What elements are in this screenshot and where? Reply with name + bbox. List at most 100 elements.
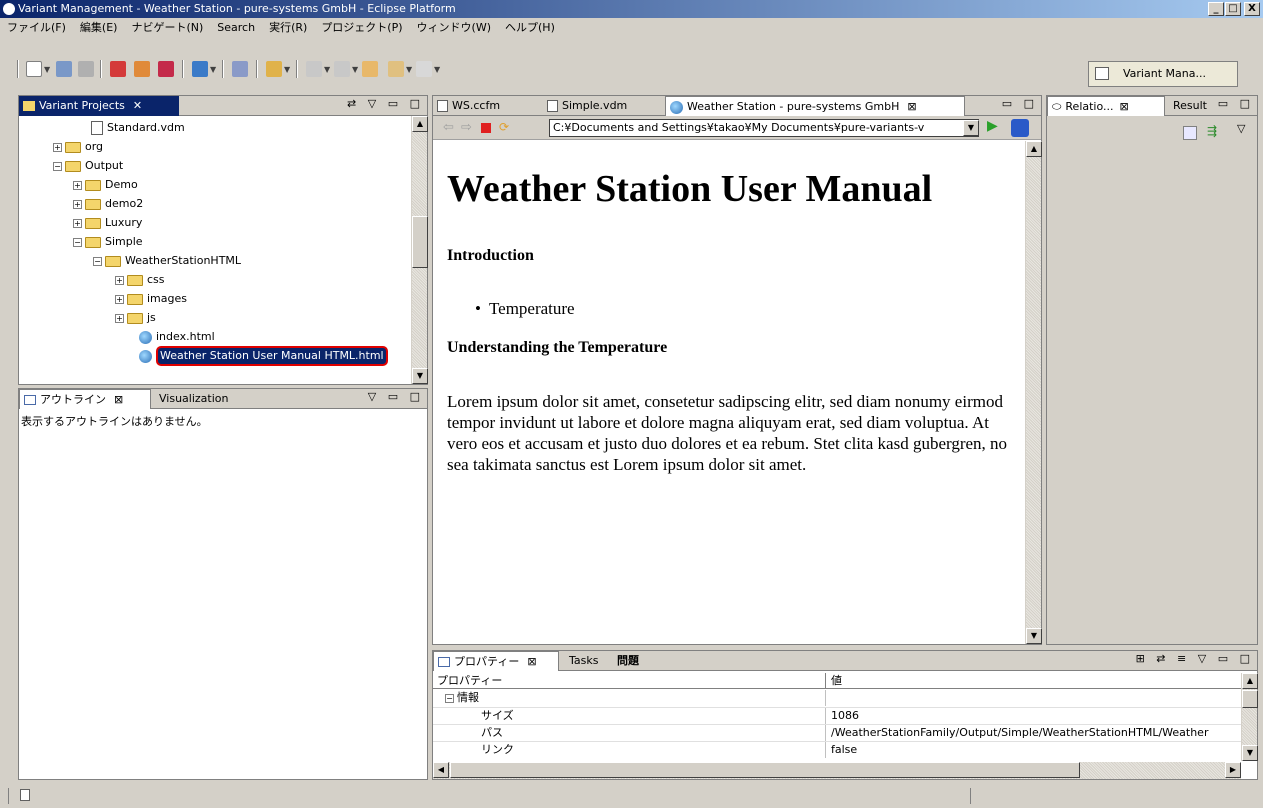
tab-simple-vdm[interactable]: Simple.vdm (543, 96, 661, 116)
view-menu-icon[interactable]: ▽ (1237, 122, 1245, 135)
menu-edit[interactable]: 編集(E) (73, 18, 125, 38)
scroll-down-button[interactable]: ▼ (1242, 745, 1258, 761)
close-button[interactable]: X (1244, 2, 1260, 16)
menu-search[interactable]: Search (210, 18, 262, 38)
fast-view-icon[interactable] (20, 789, 30, 801)
column-header-value[interactable]: 値 (831, 673, 842, 689)
bullet-item[interactable]: • Temperature (475, 299, 575, 319)
scroll-down-button[interactable]: ▼ (412, 368, 428, 384)
tab-visualization[interactable]: Visualization (155, 389, 255, 409)
new-icon[interactable] (26, 61, 42, 77)
tab-result[interactable]: Result (1169, 96, 1213, 116)
open-perspective-icon[interactable] (1095, 67, 1109, 80)
tab-weather-station[interactable]: Weather Station - pure-systems GmbH ⊠ (665, 96, 965, 116)
scroll-down-button[interactable]: ▼ (1026, 628, 1042, 644)
window-title-bar[interactable]: Variant Management - Weather Station - p… (0, 0, 1263, 18)
chevron-down-icon[interactable]: ▼ (406, 65, 412, 74)
menu-help[interactable]: ヘルプ(H) (498, 18, 562, 38)
tab-variant-projects[interactable]: Variant Projects ✕ (19, 96, 179, 116)
next-annotation-icon[interactable] (306, 61, 322, 77)
tree-item[interactable]: − WeatherStationHTML (93, 251, 241, 270)
table-row[interactable]: パス/WeatherStationFamily/Output/Simple/We… (433, 724, 1241, 741)
menu-navigate[interactable]: ナビゲート(N) (124, 18, 210, 38)
horizontal-scroll-thumb[interactable] (450, 762, 1080, 778)
tab-outline[interactable]: アウトライン ⊠ (19, 389, 151, 409)
save-icon[interactable] (56, 61, 72, 77)
url-dropdown-icon[interactable]: ▼ (963, 120, 979, 136)
table-row[interactable]: リンク false (433, 741, 1241, 758)
tree-item[interactable]: + images (115, 289, 187, 308)
tree-item[interactable]: + demo2 (73, 194, 143, 213)
view-controls[interactable]: ⇄ ▽ ▭ □ (347, 97, 424, 110)
scroll-up-button[interactable]: ▲ (1242, 673, 1258, 689)
tree-item-selected[interactable]: Weather Station User Manual HTML.html (139, 346, 388, 366)
tree-item[interactable]: Standard.vdm (91, 118, 185, 137)
scroll-left-button[interactable]: ◀ (433, 762, 449, 778)
vertical-scrollbar[interactable]: ▲ ▼ (411, 116, 428, 384)
forward-arrow-icon[interactable]: ⇨ (461, 120, 472, 135)
tree-mode-icon[interactable] (1183, 126, 1197, 140)
table-row[interactable]: サイズ 1086 (433, 707, 1241, 724)
menu-run[interactable]: 実行(R) (262, 18, 314, 38)
view-controls[interactable]: ▭ □ (1002, 97, 1038, 110)
chevron-down-icon[interactable]: ▼ (284, 65, 290, 74)
scroll-up-button[interactable]: ▲ (412, 116, 428, 132)
variant-model-icon[interactable] (110, 61, 126, 77)
open-type-icon[interactable] (266, 61, 282, 77)
external-browser-icon[interactable] (1011, 119, 1029, 137)
graph-mode-icon[interactable]: ⇶ (1207, 124, 1217, 138)
refresh-icon[interactable]: ⟳ (499, 120, 509, 134)
view-controls[interactable]: ▽ ▭ □ (368, 390, 424, 403)
chevron-down-icon[interactable]: ▼ (434, 65, 440, 74)
close-icon[interactable]: ⊠ (907, 100, 916, 113)
scroll-thumb[interactable] (1242, 690, 1258, 708)
tree-item[interactable]: + js (115, 308, 156, 327)
last-edit-icon[interactable] (362, 61, 378, 77)
pin-icon[interactable] (232, 61, 248, 77)
menu-file[interactable]: ファイル(F) (0, 18, 73, 38)
chevron-down-icon[interactable]: ▼ (352, 65, 358, 74)
stop-icon[interactable] (481, 123, 491, 133)
scroll-thumb[interactable] (412, 216, 428, 268)
tree-item[interactable]: + Luxury (73, 213, 142, 232)
tab-ws-ccfm[interactable]: WS.ccfm (433, 96, 541, 116)
menu-project[interactable]: プロジェクト(P) (314, 18, 409, 38)
go-icon[interactable]: ▶ (987, 118, 998, 134)
tree-item[interactable]: + css (115, 270, 165, 289)
tab-tasks[interactable]: Tasks (565, 651, 613, 671)
tree-item[interactable]: index.html (139, 327, 215, 346)
close-icon[interactable]: ⊠ (114, 393, 123, 406)
scroll-right-button[interactable]: ▶ (1225, 762, 1241, 778)
tree-item[interactable]: − Simple (73, 232, 143, 251)
close-icon[interactable]: ⊠ (1120, 100, 1129, 113)
close-icon[interactable]: ⊠ (527, 655, 536, 668)
previous-annotation-icon[interactable] (334, 61, 350, 77)
tab-relations[interactable]: ⬭ Relatio... ⊠ (1047, 96, 1165, 116)
column-header-property[interactable]: プロパティー (437, 673, 502, 689)
table-row-group[interactable]: − 情報 (433, 690, 1241, 706)
evaluate-icon[interactable] (158, 61, 174, 77)
browser-scrollbar[interactable]: ▲ ▼ (1025, 141, 1042, 644)
back-icon[interactable] (388, 61, 404, 77)
transform-icon[interactable] (134, 61, 150, 77)
chevron-down-icon[interactable]: ▼ (210, 65, 216, 74)
horizontal-scrollbar[interactable]: ◀ ▶ (433, 762, 1241, 779)
tree-item[interactable]: − Output (53, 156, 123, 175)
scroll-up-button[interactable]: ▲ (1026, 141, 1042, 157)
chevron-down-icon[interactable]: ▼ (44, 65, 50, 74)
tree-item[interactable]: + Demo (73, 175, 138, 194)
maximize-button[interactable]: □ (1225, 2, 1241, 16)
forward-icon[interactable] (416, 61, 432, 77)
print-icon[interactable] (78, 61, 94, 77)
url-input[interactable]: C:¥Documents and Settings¥takao¥My Docum… (549, 119, 979, 137)
menu-window[interactable]: ウィンドウ(W) (410, 18, 498, 38)
back-arrow-icon[interactable]: ⇦ (443, 120, 454, 135)
tree-item[interactable]: + org (53, 137, 103, 156)
tab-problems[interactable]: 問題 (613, 651, 653, 671)
chevron-down-icon[interactable]: ▼ (324, 65, 330, 74)
perspective-switcher[interactable]: Variant Mana... (1088, 61, 1238, 87)
view-controls[interactable]: ▭ □ (1218, 97, 1254, 110)
properties-vertical-scrollbar[interactable]: ▲ ▼ (1241, 673, 1258, 761)
tab-properties[interactable]: プロパティー ⊠ (433, 651, 559, 671)
view-controls[interactable]: ⊞ ⇄ ≡ ▽ ▭ □ (1136, 652, 1254, 665)
